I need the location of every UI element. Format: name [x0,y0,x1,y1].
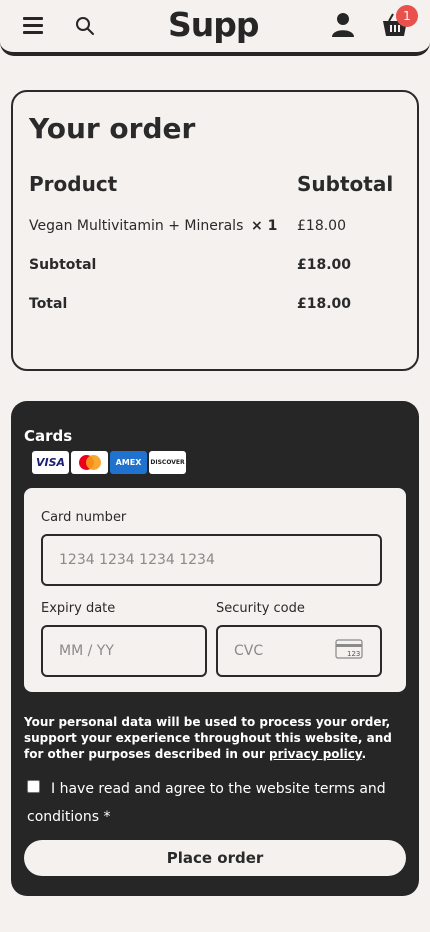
required-marker: * [103,809,111,825]
order-summary: Your order Product Subtotal Vegan Multiv… [11,90,419,371]
site-logo[interactable]: Supp [168,5,260,44]
privacy-notice: Your personal data will be used to proce… [24,715,392,761]
total-label: Total [29,296,68,312]
subtotal-column-header: Subtotal [297,172,394,196]
total-value: £18.00 [297,296,352,312]
payment-section: Cards VISA AMEX DISCOVER Card number Exp… [11,401,419,896]
site-header: Supp 1 [0,0,430,56]
cvc-card-icon: 123 [335,639,363,659]
order-item-price: £18.00 [297,218,346,234]
menu-icon[interactable] [23,17,43,35]
visa-icon: VISA [32,451,69,474]
order-title: Your order [29,112,196,145]
subtotal-label: Subtotal [29,257,97,273]
discover-icon: DISCOVER [149,451,186,474]
privacy-policy-link[interactable]: privacy policy [269,747,362,761]
security-code-label: Security code [216,601,305,616]
expiry-date-input[interactable] [41,625,207,677]
payment-method-title: Cards [24,427,73,445]
mastercard-icon [71,451,108,474]
svg-text:123: 123 [347,650,360,658]
user-icon[interactable] [331,12,355,38]
card-form: Card number Expiry date Security code 12… [24,488,406,692]
subtotal-value: £18.00 [297,257,352,273]
card-number-label: Card number [41,510,127,525]
expiry-date-label: Expiry date [41,601,116,616]
card-number-input[interactable] [41,534,382,586]
place-order-button[interactable]: Place order [24,840,406,876]
order-item-name: Vegan Multivitamin + Minerals [29,218,244,234]
cart-count-badge: 1 [396,5,418,27]
terms-label: I have read and agree to the website ter… [27,781,386,825]
order-item-quantity: × 1 [251,218,278,234]
search-icon[interactable] [75,16,95,36]
product-column-header: Product [29,172,118,196]
amex-icon: AMEX [110,451,147,474]
card-brands: VISA AMEX DISCOVER [32,451,186,474]
